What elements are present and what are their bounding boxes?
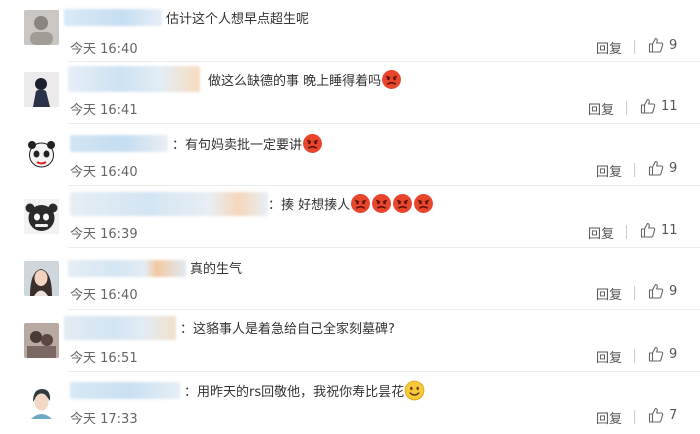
divider <box>634 410 635 424</box>
comment-time: 今天 16:40 <box>70 165 138 180</box>
comment-text: 做这么缺德的事 晚上睡得着吗 <box>208 70 402 90</box>
divider <box>634 40 635 54</box>
avatar[interactable] <box>24 72 59 107</box>
username-redacted <box>68 66 200 92</box>
divider <box>634 163 635 177</box>
comment-text-body: ：揍 好想揍人 <box>268 198 351 213</box>
divider <box>626 101 627 115</box>
thumbs-up-icon <box>640 222 656 238</box>
comment-text: ：这貉事人是着急给自己全家刻墓碑? <box>180 322 395 337</box>
thumbs-up-icon <box>640 98 656 114</box>
comment-text: 真的生气 <box>190 262 243 277</box>
like-count: 7 <box>669 407 678 423</box>
username-redacted <box>68 260 186 277</box>
comment-row: ：有句妈卖批一定要讲 今天 16:40 回复 9 <box>0 124 700 186</box>
angry-emoji-icon <box>302 133 323 154</box>
like-button[interactable]: 9 <box>648 283 677 299</box>
thumbs-up-icon <box>648 283 664 299</box>
angry-emoji-icon <box>350 193 371 214</box>
like-count: 11 <box>661 222 678 238</box>
comment-text-body: ：用昨天的rs回敬他，我祝你寿比昙花 <box>184 385 405 400</box>
comment-text: ：用昨天的rs回敬他，我祝你寿比昙花 <box>184 380 425 401</box>
like-button[interactable]: 9 <box>648 346 677 362</box>
reply-button[interactable]: 回复 <box>596 408 622 427</box>
reply-button[interactable]: 回复 <box>596 347 622 366</box>
comment-time: 今天 16:40 <box>70 288 138 303</box>
comment-row: ：这貉事人是着急给自己全家刻墓碑? 今天 16:51 回复 9 <box>0 310 700 372</box>
reply-button[interactable]: 回复 <box>596 38 622 57</box>
like-count: 9 <box>669 346 678 362</box>
angry-emoji-icon <box>381 69 402 90</box>
reply-button[interactable]: 回复 <box>596 284 622 303</box>
divider <box>626 225 627 239</box>
like-count: 9 <box>669 37 678 53</box>
comment-text: ：揍 好想揍人 <box>268 194 434 214</box>
like-button[interactable]: 9 <box>648 37 677 53</box>
comment-row: 真的生气 今天 16:40 回复 9 <box>0 248 700 310</box>
username-redacted <box>70 192 268 216</box>
divider <box>634 349 635 363</box>
like-button[interactable]: 7 <box>648 407 677 423</box>
comment-time: 今天 16:40 <box>70 42 138 57</box>
avatar[interactable] <box>24 199 59 234</box>
comment-row: 做这么缺德的事 晚上睡得着吗 今天 16:41 回复 11 <box>0 62 700 124</box>
avatar[interactable] <box>24 261 59 296</box>
like-count: 9 <box>669 160 678 176</box>
comment-time: 今天 16:39 <box>70 227 138 242</box>
divider <box>634 286 635 300</box>
username-redacted <box>70 382 180 399</box>
angry-emoji-icon <box>392 193 413 214</box>
like-button[interactable]: 9 <box>648 160 677 176</box>
comment-row: ：揍 好想揍人 今天 16:39 回复 11 <box>0 186 700 248</box>
comment-row: ：用昨天的rs回敬他，我祝你寿比昙花 今天 17:33 回复 7 <box>0 372 700 434</box>
comment-time: 今天 17:33 <box>70 412 138 427</box>
thumbs-up-icon <box>648 37 664 53</box>
thumbs-up-icon <box>648 407 664 423</box>
username-redacted <box>64 316 176 340</box>
angry-emoji-icon <box>371 193 392 214</box>
like-button[interactable]: 11 <box>640 98 678 114</box>
smile-emoji-icon <box>404 380 425 401</box>
comment-text: 估计这个人想早点超生呢 <box>166 12 310 27</box>
comment-text: ：有句妈卖批一定要讲 <box>172 134 323 154</box>
avatar[interactable] <box>24 10 59 45</box>
thumbs-up-icon <box>648 160 664 176</box>
comment-text-body: ：有句妈卖批一定要讲 <box>172 138 303 153</box>
like-count: 9 <box>669 283 678 299</box>
comment-text-body: 做这么缺德的事 晚上睡得着吗 <box>208 74 382 89</box>
comment-time: 今天 16:41 <box>70 103 138 118</box>
reply-button[interactable]: 回复 <box>588 99 614 118</box>
comment-time: 今天 16:51 <box>70 351 138 366</box>
comment-row: 估计这个人想早点超生呢 今天 16:40 回复 9 <box>0 0 700 62</box>
avatar[interactable] <box>24 137 59 172</box>
reply-button[interactable]: 回复 <box>596 161 622 180</box>
avatar[interactable] <box>24 384 59 419</box>
angry-emoji-icon <box>413 193 434 214</box>
avatar[interactable] <box>24 323 59 358</box>
username-redacted <box>70 135 168 152</box>
like-button[interactable]: 11 <box>640 222 678 238</box>
thumbs-up-icon <box>648 346 664 362</box>
reply-button[interactable]: 回复 <box>588 223 614 242</box>
like-count: 11 <box>661 98 678 114</box>
username-redacted <box>64 9 162 26</box>
